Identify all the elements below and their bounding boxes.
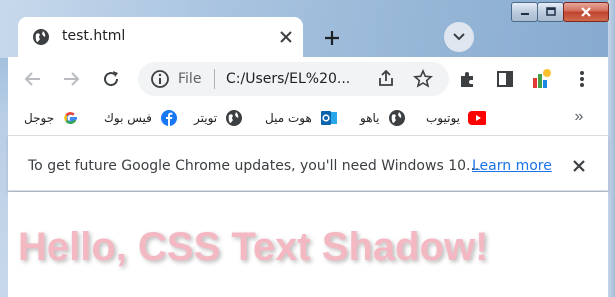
bookmark-label: هوت ميل (265, 111, 312, 125)
reload-icon[interactable] (100, 68, 122, 90)
bookmark-label: ياهو (360, 111, 380, 125)
side-panel-icon[interactable] (494, 68, 516, 90)
bookmark-google[interactable]: جوجل (24, 108, 80, 128)
globe-icon (33, 29, 49, 45)
info-icon[interactable] (150, 69, 170, 89)
share-icon[interactable] (376, 69, 396, 89)
update-infobar: To get future Google Chrome updates, you… (8, 135, 608, 191)
bookmark-facebook[interactable]: فيس بوك (104, 108, 178, 128)
close-icon[interactable] (563, 2, 609, 22)
window-border (608, 0, 615, 297)
bookmark-yahoo[interactable]: ياهو (360, 108, 406, 128)
address-bar[interactable]: File C:/Users/EL%20... (138, 62, 449, 96)
bookmark-hotmail[interactable]: هوت ميل (265, 108, 338, 128)
page-heading: Hello, CSS Text Shadow! (18, 225, 489, 269)
bookmark-twitter[interactable]: تويتر (194, 108, 243, 128)
outlook-icon (320, 109, 338, 127)
bookmarks-overflow-icon[interactable]: » (569, 108, 589, 128)
globe-icon (388, 109, 406, 127)
bookmark-label: يوتيوب (426, 111, 460, 125)
minimize-icon[interactable] (511, 2, 538, 22)
infobar-message: To get future Google Chrome updates, you… (28, 158, 480, 174)
chevron-down-icon (453, 33, 465, 41)
back-icon[interactable] (22, 68, 44, 90)
youtube-icon (468, 109, 486, 127)
profile-avatar[interactable] (531, 68, 553, 90)
bookmark-star-icon[interactable] (413, 69, 433, 89)
tab-close-icon[interactable] (277, 28, 295, 46)
window-caption-buttons (511, 2, 609, 24)
plus-icon (325, 31, 339, 45)
extensions-icon[interactable] (456, 68, 478, 90)
bookmark-label: تويتر (194, 111, 218, 125)
menu-kebab-icon[interactable] (571, 68, 593, 90)
bookmark-label: فيس بوك (104, 111, 152, 125)
google-icon (62, 109, 80, 127)
browser-tab[interactable]: test.html (18, 17, 303, 57)
url-text[interactable]: C:/Users/EL%20... (226, 71, 350, 87)
omnibox-divider (214, 69, 215, 89)
globe-icon (225, 109, 243, 127)
bookmark-youtube[interactable]: يوتيوب (426, 108, 486, 128)
learn-more-link[interactable]: Learn more (472, 158, 552, 174)
close-icon[interactable] (570, 157, 588, 175)
forward-icon[interactable] (60, 68, 82, 90)
tab-title: test.html (62, 28, 126, 44)
browser-toolbar: File C:/Users/EL%20... (8, 57, 608, 101)
page-content: Hello, CSS Text Shadow! (8, 192, 608, 297)
maximize-icon[interactable] (537, 2, 564, 22)
bookmark-label: جوجل (24, 111, 55, 125)
tab-search-button[interactable] (444, 22, 474, 52)
bookmarks-bar: جوجل فيس بوك تويتر هوت ميل ياهو يوتيوب » (8, 101, 608, 135)
facebook-icon (160, 109, 178, 127)
scheme-label: File (178, 71, 202, 87)
new-tab-button[interactable] (316, 22, 348, 54)
